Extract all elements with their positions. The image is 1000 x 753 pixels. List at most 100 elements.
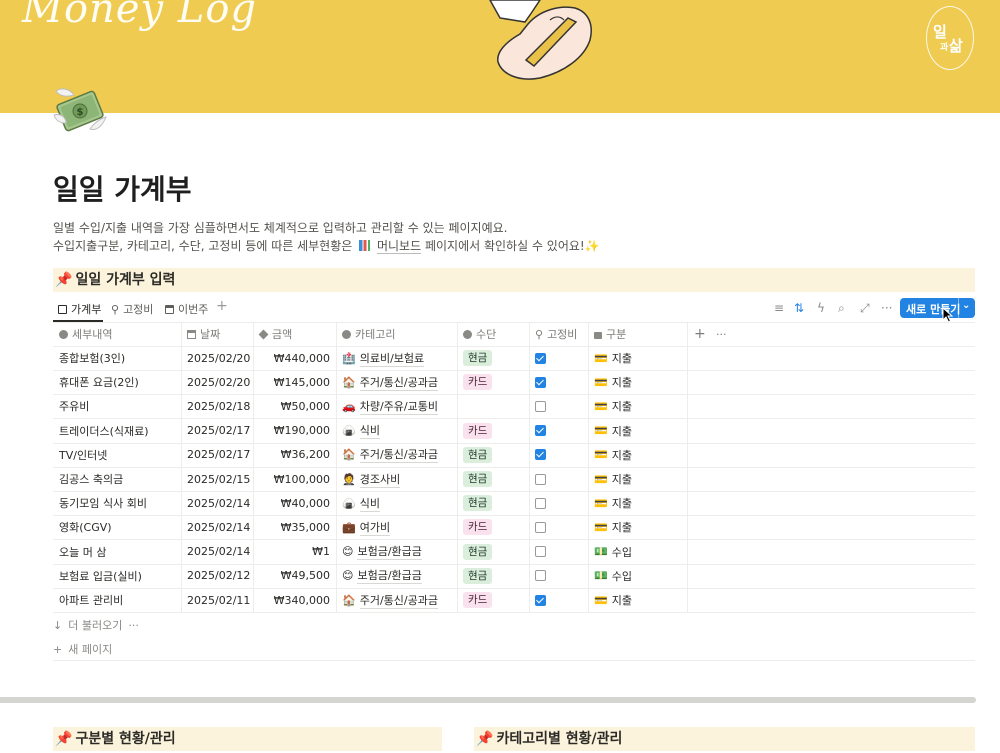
cell-date[interactable]: 2025/02/14 xyxy=(187,491,250,515)
cell-fixed[interactable] xyxy=(535,588,582,612)
cell-method[interactable]: 현금 xyxy=(463,467,523,491)
search-icon[interactable]: ⌕ xyxy=(838,301,845,316)
fixed-checkbox[interactable] xyxy=(535,449,546,461)
fixed-checkbox[interactable] xyxy=(535,570,546,582)
cell-method[interactable]: 카드 xyxy=(463,515,523,539)
chevron-down-icon[interactable]: ⌄ xyxy=(962,300,970,311)
cell-category[interactable]: 🏠 주거/통신/공과금 xyxy=(342,443,451,467)
cell-fixed[interactable] xyxy=(535,564,582,588)
cell-fixed[interactable] xyxy=(535,370,582,394)
cell-detail[interactable]: 영화(CGV) xyxy=(59,515,175,539)
cell-fixed[interactable] xyxy=(535,540,582,564)
cell-detail[interactable]: 오늘 머 삼 xyxy=(59,540,175,564)
table-row[interactable]: 동기모임 식사 회비 2025/02/14 ₩40,000 🍙 식비 현금 💳 지출 xyxy=(53,491,687,515)
table-row[interactable]: 휴대폰 요금(2인) 2025/02/20 ₩145,000 🏠 주거/통신/공과금 카드… xyxy=(53,370,687,394)
cell-method[interactable]: 현금 xyxy=(463,491,523,515)
cell-category[interactable]: 🤵 경조사비 xyxy=(342,467,451,491)
cell-date[interactable]: 2025/02/20 xyxy=(187,370,250,394)
table-row[interactable]: 주유비 2025/02/18 ₩50,000 🚗 차량/주유/교통비 💳 지출 xyxy=(53,394,687,418)
fixed-checkbox[interactable] xyxy=(535,594,546,606)
cell-date[interactable]: 2025/02/14 xyxy=(187,540,250,564)
cell-detail[interactable]: 트레이더스(식재료) xyxy=(59,419,175,443)
cell-category[interactable]: 🏠 주거/통신/공과금 xyxy=(342,588,451,612)
table-row[interactable]: 종합보험(3인) 2025/02/20 ₩440,000 🏥 의료비/보험료 현금 💳 지출 xyxy=(53,346,687,370)
cell-fixed[interactable] xyxy=(535,346,582,370)
fixed-checkbox[interactable] xyxy=(535,473,546,485)
cell-fixed[interactable] xyxy=(535,394,582,418)
cell-detail[interactable]: 휴대폰 요금(2인) xyxy=(59,370,175,394)
column-header-amount[interactable]: 금액 xyxy=(258,322,292,346)
cell-date[interactable]: 2025/02/14 xyxy=(187,515,250,539)
table-row[interactable]: 김공스 축의금 2025/02/15 ₩100,000 🤵 경조사비 현금 💳 지출 xyxy=(53,467,687,491)
column-header-date[interactable]: 날짜 xyxy=(187,322,220,346)
tab-ledger[interactable]: 가계부 xyxy=(58,301,101,317)
cell-category[interactable]: 😊 보험금/환급금 xyxy=(342,564,451,588)
cell-detail[interactable]: 종합보험(3인) xyxy=(59,346,175,370)
cell-method[interactable]: 카드 xyxy=(463,588,523,612)
cell-category[interactable]: 💼 여가비 xyxy=(342,515,451,539)
cell-detail[interactable]: TV/인터넷 xyxy=(59,443,175,467)
cell-date[interactable]: 2025/02/12 xyxy=(187,564,250,588)
new-entry-button[interactable]: 새로 만들기 ⌄ xyxy=(900,298,975,318)
table-row[interactable]: 아파트 관리비 2025/02/11 ₩340,000 🏠 주거/통신/공과금 카드 💳 지출 xyxy=(53,588,687,612)
cell-category[interactable]: 🏠 주거/통신/공과금 xyxy=(342,370,451,394)
column-header-category[interactable]: 카테고리 xyxy=(342,322,395,346)
cell-detail[interactable]: 김공스 축의금 xyxy=(59,467,175,491)
column-header-method[interactable]: 수단 xyxy=(463,322,496,346)
cell-fixed[interactable] xyxy=(535,419,582,443)
fixed-checkbox[interactable] xyxy=(535,546,546,558)
money-with-wings-icon[interactable]: $ xyxy=(52,85,110,137)
cell-fixed[interactable] xyxy=(535,467,582,491)
tab-fixed-cost[interactable]: ⚲ 고정비 xyxy=(111,301,153,317)
moneyboard-link[interactable]: 머니보드 xyxy=(376,239,422,254)
cell-date[interactable]: 2025/02/17 xyxy=(187,443,250,467)
cell-method[interactable] xyxy=(463,394,523,418)
cell-method[interactable]: 현금 xyxy=(463,564,523,588)
more-options-icon[interactable]: ··· xyxy=(881,301,892,315)
column-header-detail[interactable]: 세부내역 xyxy=(59,322,112,346)
expand-icon[interactable]: ⤢ xyxy=(860,301,870,316)
fixed-checkbox[interactable] xyxy=(535,376,546,388)
column-header-fixed[interactable]: ⚲ 고정비 xyxy=(535,322,577,346)
cell-date[interactable]: 2025/02/18 xyxy=(187,394,250,418)
more-options-icon[interactable]: ··· xyxy=(128,619,139,632)
cell-date[interactable]: 2025/02/20 xyxy=(187,346,250,370)
cell-method[interactable]: 현금 xyxy=(463,443,523,467)
table-row[interactable]: 트레이더스(식재료) 2025/02/17 ₩190,000 🍙 식비 카드 💳 지출 xyxy=(53,419,687,443)
add-view-button[interactable]: + xyxy=(216,298,228,314)
cell-date[interactable]: 2025/02/17 xyxy=(187,419,250,443)
fixed-checkbox[interactable] xyxy=(535,400,546,412)
cell-method[interactable]: 현금 xyxy=(463,540,523,564)
more-options-icon[interactable]: ··· xyxy=(716,322,727,346)
cell-method[interactable]: 현금 xyxy=(463,346,523,370)
cell-category[interactable]: 😊 보험금/환급금 xyxy=(342,540,451,564)
cell-category[interactable]: 🚗 차량/주유/교통비 xyxy=(342,394,451,418)
cell-detail[interactable]: 아파트 관리비 xyxy=(59,588,175,612)
cell-date[interactable]: 2025/02/15 xyxy=(187,467,250,491)
cell-detail[interactable]: 동기모임 식사 회비 xyxy=(59,491,175,515)
table-row[interactable]: 오늘 머 삼 2025/02/14 ₩1 😊 보험금/환급금 현금 💵 수입 xyxy=(53,540,687,564)
cell-date[interactable]: 2025/02/11 xyxy=(187,588,250,612)
cell-fixed[interactable] xyxy=(535,515,582,539)
sort-icon[interactable]: ⇅ xyxy=(794,301,804,315)
fixed-checkbox[interactable] xyxy=(535,497,546,509)
fixed-checkbox[interactable] xyxy=(535,425,546,437)
fixed-checkbox[interactable] xyxy=(535,352,546,364)
horizontal-scrollbar[interactable] xyxy=(0,697,976,703)
filter-icon[interactable]: ≡ xyxy=(774,301,784,315)
add-column-button[interactable]: + xyxy=(694,322,706,346)
table-row[interactable]: 보험료 입금(실비) 2025/02/12 ₩49,500 😊 보험금/환급금 현금 💵 수입 xyxy=(53,564,687,588)
table-row[interactable]: TV/인터넷 2025/02/17 ₩36,200 🏠 주거/통신/공과금 현금 💳 지출 xyxy=(53,443,687,467)
column-header-type[interactable]: 구분 xyxy=(594,322,626,346)
cell-category[interactable]: 🍙 식비 xyxy=(342,419,451,443)
table-row[interactable]: 영화(CGV) 2025/02/14 ₩35,000 💼 여가비 카드 💳 지출 xyxy=(53,515,687,539)
cell-detail[interactable]: 주유비 xyxy=(59,394,175,418)
cell-detail[interactable]: 보험료 입금(실비) xyxy=(59,564,175,588)
cell-fixed[interactable] xyxy=(535,443,582,467)
new-page-row[interactable]: + 새 페이지 xyxy=(53,641,112,657)
automation-icon[interactable]: ϟ xyxy=(817,301,825,315)
cell-method[interactable]: 카드 xyxy=(463,419,523,443)
fixed-checkbox[interactable] xyxy=(535,521,546,533)
cell-fixed[interactable] xyxy=(535,491,582,515)
cell-category[interactable]: 🏥 의료비/보험료 xyxy=(342,346,451,370)
